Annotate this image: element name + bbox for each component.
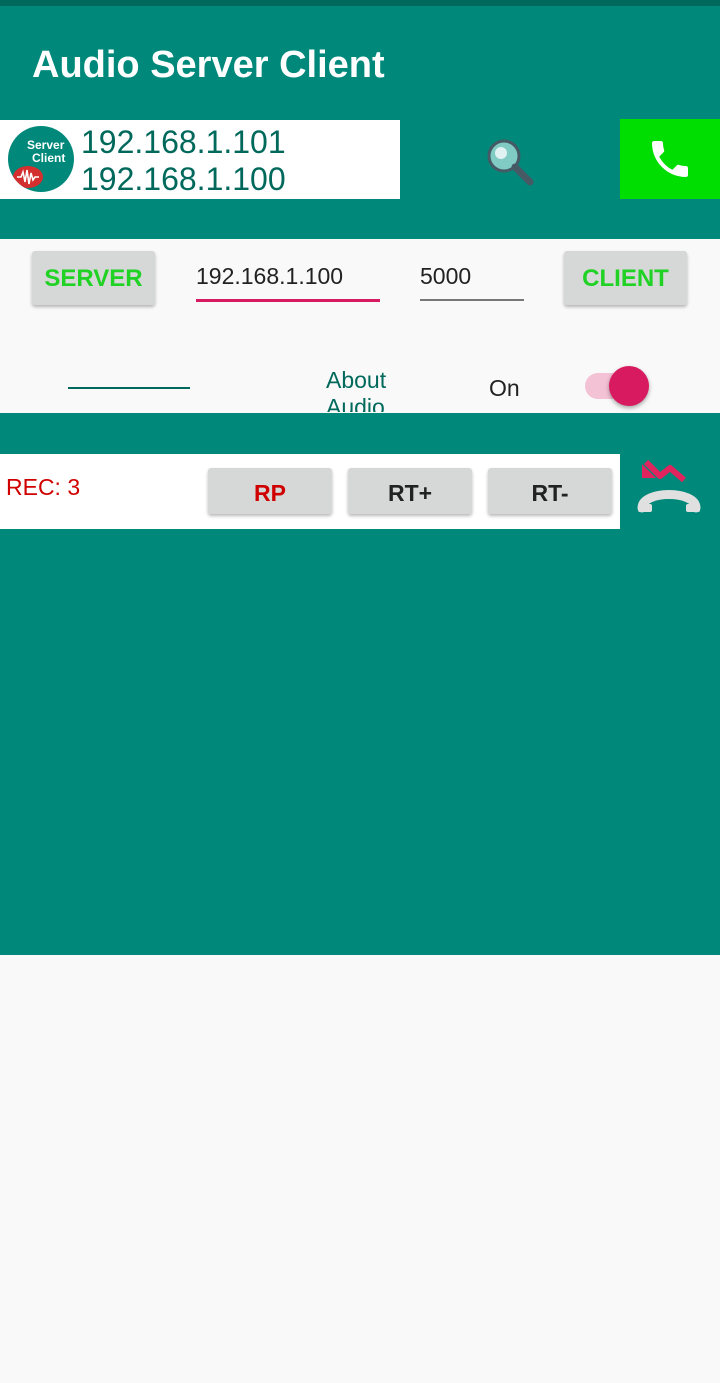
recording-bar: REC: 3 RP RT+ RT- [0,454,620,529]
logo-text-client: Client [32,151,66,165]
blank-text-field[interactable] [68,363,190,389]
rec-count: REC: 3 [6,474,81,500]
phone-icon [652,141,688,177]
logo-wave-icon [13,166,43,188]
ip-input[interactable]: 192.168.1.100 [196,259,380,302]
connection-panel: SERVER 192.168.1.100 5000 CLIENT About A… [0,239,720,412]
audio-toggle-thumb[interactable] [609,366,649,406]
hangup-button[interactable] [636,458,706,518]
rt-minus-button[interactable]: RT- [488,468,612,514]
ip-input-value: 192.168.1.100 [196,263,344,289]
call-button[interactable] [620,119,720,199]
hangup-icon [637,459,701,513]
local-ip-address: 192.168.1.101 [81,124,286,160]
rp-button[interactable]: RP [208,468,332,514]
search-button[interactable] [480,132,540,192]
client-button[interactable]: CLIENT [564,251,687,305]
rt-plus-button[interactable]: RT+ [348,468,472,514]
app-title: Audio Server Client [32,44,385,86]
server-button[interactable]: SERVER [32,251,155,305]
app-bar: Audio Server Client [0,6,720,119]
port-input[interactable]: 5000 [420,259,524,301]
about-audio-link[interactable]: About Audio [326,367,406,412]
search-icon [487,139,534,186]
remote-ip-address: 192.168.1.100 [81,161,286,197]
switch-label: On [489,375,520,401]
port-input-value: 5000 [420,263,472,289]
logo-text-server: Server [27,138,65,152]
app-logo: Server Client [8,126,74,192]
